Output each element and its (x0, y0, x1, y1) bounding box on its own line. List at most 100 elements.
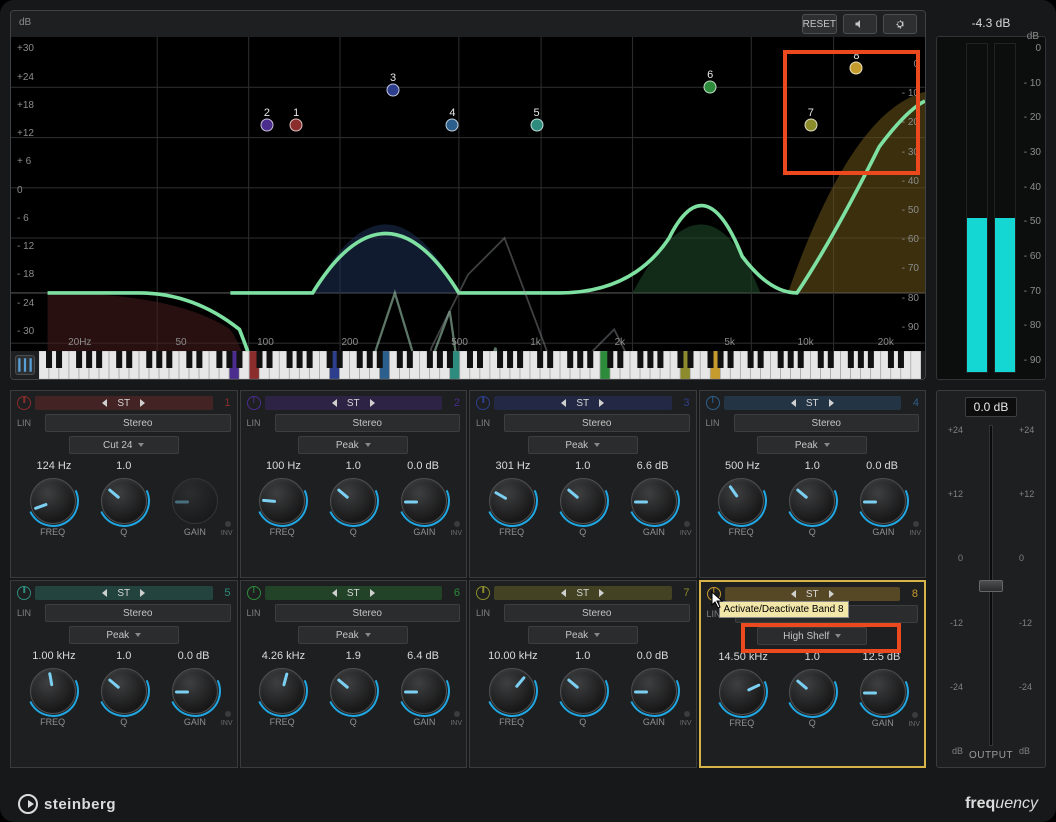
gain-knob[interactable] (401, 478, 447, 524)
freq-value[interactable]: 500 Hz (708, 460, 778, 472)
band-node-6[interactable] (704, 81, 717, 94)
band-processing-selector[interactable]: ST (35, 396, 213, 410)
gain-value[interactable]: 6.6 dB (618, 460, 688, 472)
q-knob[interactable] (789, 478, 835, 524)
gain-knob[interactable] (631, 478, 677, 524)
freq-knob[interactable] (489, 668, 535, 714)
filter-type-dropdown[interactable]: Peak (298, 436, 408, 454)
gain-value[interactable]: 0.0 dB (388, 460, 458, 472)
gain-knob[interactable] (631, 668, 677, 714)
invert-indicator[interactable] (225, 521, 231, 527)
freq-value[interactable]: 100 Hz (249, 460, 319, 472)
stereo-mode-dropdown[interactable]: Stereo (734, 414, 920, 432)
band-power-button[interactable] (247, 586, 261, 600)
stereo-mode-dropdown[interactable]: Stereo (45, 414, 231, 432)
band-processing-selector[interactable]: ST (725, 587, 901, 601)
freq-value[interactable]: 1.00 kHz (19, 650, 89, 662)
band-processing-selector[interactable]: ST (265, 586, 443, 600)
q-value[interactable]: 1.0 (318, 460, 388, 472)
eq-curve-display[interactable]: +30+24+18+12+ 60- 6- 12- 18- 24- 30 0- 1… (11, 37, 925, 351)
band-node-1[interactable] (290, 118, 303, 131)
reset-button[interactable]: RESET (802, 14, 837, 34)
invert-indicator[interactable] (912, 712, 918, 718)
gain-value[interactable]: 0.0 dB (159, 650, 229, 662)
band-node-4[interactable] (446, 118, 459, 131)
stereo-mode-dropdown[interactable]: Stereo (504, 604, 690, 622)
filter-type-dropdown[interactable]: Peak (528, 626, 638, 644)
filter-type-dropdown[interactable]: Peak (757, 436, 867, 454)
band-power-button[interactable] (247, 396, 261, 410)
invert-indicator[interactable] (454, 521, 460, 527)
q-knob[interactable] (330, 478, 376, 524)
output-gain-value[interactable]: 0.0 dB (965, 397, 1018, 417)
band-processing-selector[interactable]: ST (494, 396, 672, 410)
freq-value[interactable]: 4.26 kHz (249, 650, 319, 662)
freq-value[interactable]: 10.00 kHz (478, 650, 548, 662)
invert-indicator[interactable] (913, 521, 919, 527)
q-knob[interactable] (560, 478, 606, 524)
band-power-button[interactable] (17, 396, 31, 410)
gain-knob[interactable] (401, 668, 447, 714)
q-value[interactable]: 1.0 (777, 460, 847, 472)
q-value[interactable]: 1.0 (778, 651, 847, 663)
invert-indicator[interactable] (225, 711, 231, 717)
filter-type-dropdown[interactable]: High Shelf (757, 627, 867, 645)
q-knob[interactable] (560, 668, 606, 714)
stereo-mode-dropdown[interactable]: Stereo (45, 604, 231, 622)
freq-value[interactable]: 14.50 kHz (709, 651, 778, 663)
freq-knob[interactable] (259, 668, 305, 714)
settings-button[interactable] (883, 14, 917, 34)
filter-type-dropdown[interactable]: Peak (298, 626, 408, 644)
freq-knob[interactable] (30, 478, 76, 524)
band-power-button[interactable] (706, 396, 720, 410)
band-node-7[interactable] (804, 118, 817, 131)
gain-value[interactable] (159, 460, 229, 472)
q-knob[interactable] (101, 668, 147, 714)
output-slider[interactable]: +24+120-12-24dB +24+120-12-24dB (937, 425, 1045, 746)
band-processing-selector[interactable]: ST (265, 396, 443, 410)
invert-indicator[interactable] (454, 711, 460, 717)
q-knob[interactable] (101, 478, 147, 524)
band-node-3[interactable] (387, 84, 400, 97)
freq-value[interactable]: 124 Hz (19, 460, 89, 472)
band-processing-selector[interactable]: ST (35, 586, 213, 600)
slider-thumb[interactable] (979, 580, 1003, 592)
filter-type-dropdown[interactable]: Cut 24 (69, 436, 179, 454)
keyboard-toggle-button[interactable] (15, 355, 35, 375)
freq-knob[interactable] (259, 478, 305, 524)
q-value[interactable]: 1.0 (548, 650, 618, 662)
stereo-mode-dropdown[interactable]: Stereo (275, 414, 461, 432)
stereo-mode-dropdown[interactable]: Stereo (504, 414, 690, 432)
band-node-8[interactable] (850, 62, 863, 75)
band-power-button[interactable] (17, 586, 31, 600)
stereo-mode-dropdown[interactable]: Stereo (275, 604, 461, 622)
filter-type-dropdown[interactable]: Peak (528, 436, 638, 454)
audition-button[interactable] (843, 14, 877, 34)
band-power-button[interactable] (476, 396, 490, 410)
q-value[interactable]: 1.0 (548, 460, 618, 472)
gain-value[interactable]: 0.0 dB (847, 460, 917, 472)
q-value[interactable]: 1.9 (318, 650, 388, 662)
gain-knob[interactable] (860, 478, 906, 524)
freq-knob[interactable] (489, 478, 535, 524)
band-node-5[interactable] (530, 118, 543, 131)
gain-value[interactable]: 12.5 dB (847, 651, 916, 663)
invert-indicator[interactable] (684, 521, 690, 527)
freq-knob[interactable] (719, 669, 765, 715)
q-value[interactable]: 1.0 (89, 460, 159, 472)
gain-value[interactable]: 6.4 dB (388, 650, 458, 662)
gain-knob[interactable] (172, 668, 218, 714)
band-power-button[interactable] (476, 586, 490, 600)
band-processing-selector[interactable]: ST (494, 586, 672, 600)
freq-value[interactable]: 301 Hz (478, 460, 548, 472)
filter-type-dropdown[interactable]: Peak (69, 626, 179, 644)
q-knob[interactable] (330, 668, 376, 714)
freq-knob[interactable] (30, 668, 76, 714)
freq-knob[interactable] (718, 478, 764, 524)
piano-keys[interactable] (39, 351, 921, 379)
gain-value[interactable]: 0.0 dB (618, 650, 688, 662)
invert-indicator[interactable] (684, 711, 690, 717)
gain-knob[interactable] (860, 669, 906, 715)
q-knob[interactable] (789, 669, 835, 715)
band-processing-selector[interactable]: ST (724, 396, 902, 410)
